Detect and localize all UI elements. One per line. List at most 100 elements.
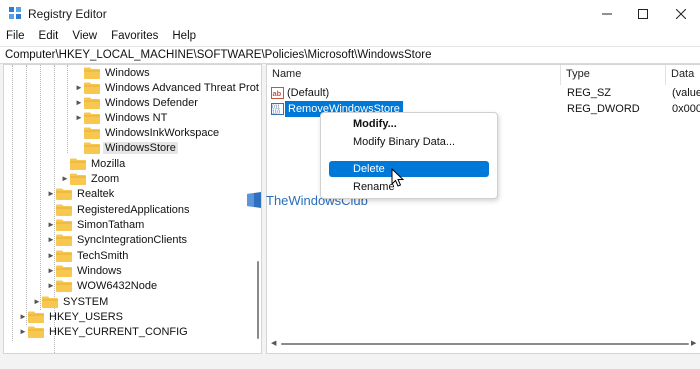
tree-item-label: WOW6432Node	[77, 279, 158, 292]
tree-item-windows-store[interactable]: WindowsStore	[74, 140, 178, 155]
collapsed-arrow-icon[interactable]: ►	[46, 281, 56, 290]
context-menu: Modify... Modify Binary Data... Delete R…	[320, 112, 498, 199]
collapsed-arrow-icon[interactable]: ►	[46, 220, 56, 229]
tree-item-label: RegisteredApplications	[77, 203, 190, 216]
tree-item-realtek[interactable]: ► Realtek	[46, 186, 116, 201]
value-row-default[interactable]: ab (Default) REG_SZ (value	[267, 85, 700, 101]
folder-icon	[84, 97, 100, 109]
tree-scroll-thumb[interactable]	[257, 261, 259, 339]
menu-item-delete[interactable]: Delete	[329, 161, 489, 177]
tree-item-registered-applications[interactable]: RegisteredApplications	[46, 202, 192, 217]
collapsed-arrow-icon[interactable]: ►	[74, 83, 84, 92]
tree-item-wow6432node[interactable]: ► WOW6432Node	[46, 278, 159, 293]
folder-icon	[28, 326, 44, 338]
value-data: (value	[672, 87, 700, 99]
window-title: Registry Editor	[28, 7, 107, 21]
tree-item-label: WindowsStore	[103, 141, 178, 154]
value-name: (Default)	[287, 87, 330, 99]
tree-guide-line	[67, 65, 68, 153]
tree-item-mozilla[interactable]: Mozilla	[60, 156, 127, 171]
tree-item-label: Realtek	[77, 187, 115, 200]
menu-file[interactable]: File	[0, 28, 32, 46]
menu-favorites[interactable]: Favorites	[104, 28, 165, 46]
menu-view[interactable]: View	[65, 28, 104, 46]
collapsed-arrow-icon[interactable]: ►	[74, 98, 84, 107]
folder-icon	[56, 204, 72, 216]
menu-bar: File Edit View Favorites Help	[0, 28, 700, 46]
folder-icon	[56, 188, 72, 200]
folder-icon	[28, 311, 44, 323]
address-bar[interactable]: Computer\HKEY_LOCAL_MACHINE\SOFTWARE\Pol…	[0, 46, 700, 64]
tree-item-label: Windows Defender	[105, 96, 198, 109]
folder-icon	[56, 234, 72, 246]
thewindowsclub-logo-icon	[247, 192, 261, 208]
tree-item-label: Windows NT	[105, 111, 168, 124]
tree-item-system[interactable]: ► SYSTEM	[32, 294, 110, 309]
menu-help[interactable]: Help	[165, 28, 203, 46]
title-bar[interactable]: Registry Editor	[0, 0, 700, 28]
tree-item-hkey-users[interactable]: ► HKEY_USERS	[18, 309, 125, 324]
tree-item-techsmith[interactable]: ► TechSmith	[46, 248, 130, 263]
tree-item-label: WindowsInkWorkspace	[105, 126, 220, 139]
collapsed-arrow-icon[interactable]: ►	[46, 189, 56, 198]
folder-icon	[56, 280, 72, 292]
tree-item-hkey-current-config[interactable]: ► HKEY_CURRENT_CONFIG	[18, 324, 190, 339]
column-header-type[interactable]: Type	[561, 65, 665, 85]
tree-guide-line	[26, 65, 27, 325]
folder-icon	[84, 67, 100, 79]
scroll-right-arrow-icon[interactable]: ▶	[691, 339, 696, 347]
collapsed-arrow-icon[interactable]: ►	[18, 327, 28, 336]
tree-item-label: Zoom	[91, 172, 120, 185]
maximize-icon	[638, 9, 648, 19]
values-list-pane[interactable]: Name Type Data ab (Default) REG_SZ (valu…	[266, 64, 700, 354]
registry-editor-app-icon	[9, 7, 21, 19]
value-type: REG_DWORD	[567, 103, 640, 115]
tree-item-sync-integration-clients[interactable]: ► SyncIntegrationClients	[46, 232, 189, 247]
tree-item-windows[interactable]: ► Windows	[46, 263, 124, 278]
address-path[interactable]: Computer\HKEY_LOCAL_MACHINE\SOFTWARE\Pol…	[5, 49, 431, 61]
collapsed-arrow-icon[interactable]: ►	[46, 251, 56, 260]
menu-edit[interactable]: Edit	[32, 28, 66, 46]
tree-item-windows-defender[interactable]: ► Windows Defender	[74, 95, 200, 110]
tree-item-simon-tatham[interactable]: ► SimonTatham	[46, 217, 146, 232]
tree-guide-line	[40, 65, 41, 310]
tree-item-windows-nt[interactable]: ► Windows NT	[74, 110, 169, 125]
tree-item-label: HKEY_USERS	[49, 310, 123, 323]
list-horizontal-scrollbar[interactable]	[281, 343, 689, 345]
folder-icon	[84, 127, 100, 139]
collapsed-arrow-icon[interactable]: ►	[32, 297, 42, 306]
tree-item-zoom[interactable]: ► Zoom	[60, 171, 121, 186]
svg-text:ab: ab	[273, 89, 282, 98]
tree-item-label: Windows Advanced Threat Prot	[105, 81, 259, 94]
tree-item-windows-ink-workspace[interactable]: WindowsInkWorkspace	[74, 125, 221, 140]
value-type: REG_SZ	[567, 87, 612, 99]
collapsed-arrow-icon[interactable]: ►	[18, 312, 28, 321]
tree-item-windows-policy[interactable]: Windows	[74, 65, 152, 80]
key-tree-pane[interactable]: Windows ► Windows Advanced Threat Prot ►…	[3, 64, 262, 354]
value-data: 0x0000	[672, 103, 700, 115]
tree-vertical-scrollbar[interactable]	[254, 65, 261, 353]
collapsed-arrow-icon[interactable]: ►	[60, 174, 70, 183]
column-header-data[interactable]: Data	[666, 65, 700, 85]
close-icon	[676, 9, 686, 19]
collapsed-arrow-icon[interactable]: ►	[46, 266, 56, 275]
menu-item-modify-binary-data[interactable]: Modify Binary Data...	[329, 134, 489, 150]
folder-icon	[84, 142, 100, 154]
minimize-icon	[602, 13, 612, 15]
tree-item-label: SyncIntegrationClients	[77, 233, 188, 246]
folder-icon	[70, 158, 86, 170]
column-header-name[interactable]: Name	[267, 65, 560, 85]
tree-item-label: HKEY_CURRENT_CONFIG	[49, 325, 188, 338]
collapsed-arrow-icon[interactable]: ►	[74, 113, 84, 122]
binary-value-icon: 011 110	[271, 103, 284, 115]
close-button[interactable]	[658, 0, 700, 28]
tree-item-windows-advanced-threat-protection[interactable]: ► Windows Advanced Threat Prot	[74, 80, 261, 95]
tree-item-label: Windows	[105, 66, 150, 79]
tree-guide-line	[12, 65, 13, 341]
menu-item-modify[interactable]: Modify...	[329, 116, 489, 132]
scroll-left-arrow-icon[interactable]: ◀	[271, 339, 276, 347]
collapsed-arrow-icon[interactable]: ►	[46, 235, 56, 244]
svg-text:110: 110	[272, 110, 280, 116]
menu-item-rename[interactable]: Rename	[329, 179, 489, 195]
tree-item-label: SYSTEM	[63, 295, 109, 308]
